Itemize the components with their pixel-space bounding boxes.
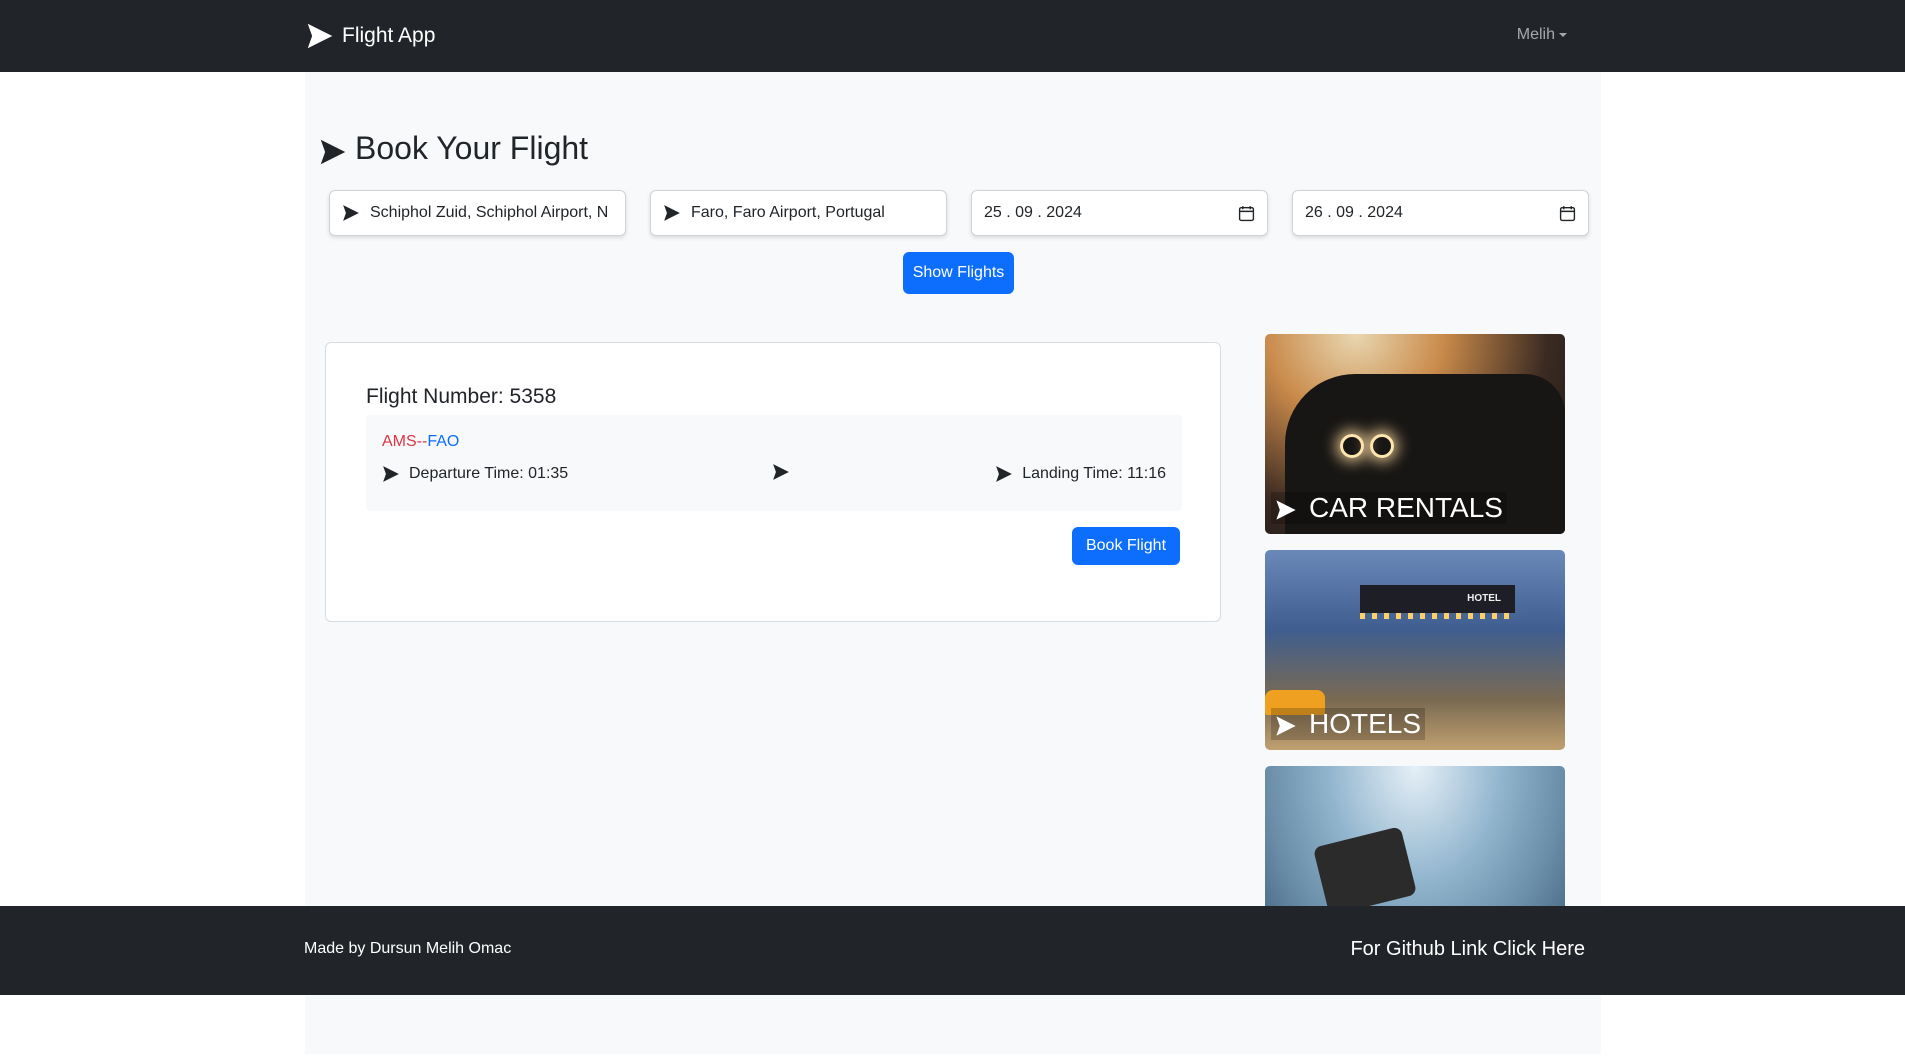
hotels-tile[interactable]: HOTEL HOTELS xyxy=(1265,550,1565,750)
send-plane-icon xyxy=(1276,716,1296,736)
send-plane-icon xyxy=(996,466,1013,482)
brand-link[interactable]: Flight App xyxy=(306,22,435,50)
car-rentals-tile[interactable]: CAR RENTALS xyxy=(1265,334,1565,534)
from-airport-input[interactable]: Schiphol Zuid, Schiphol Airport, N xyxy=(329,190,626,236)
book-flight-button[interactable]: Book Flight xyxy=(1072,527,1180,565)
user-dropdown[interactable]: Melih xyxy=(1517,26,1567,44)
send-plane-icon xyxy=(773,464,789,480)
hotels-text: HOTELS xyxy=(1309,708,1422,739)
car-rentals-label: CAR RENTALS xyxy=(1271,492,1507,524)
hotel-lights xyxy=(1360,613,1515,619)
github-link[interactable]: For Github Link Click Here xyxy=(1350,938,1585,961)
top-navbar: Flight App Melih xyxy=(0,0,1905,72)
user-name: Melih xyxy=(1516,26,1555,43)
send-plane-icon xyxy=(383,466,399,482)
flight-route-box: AMS--FAO Departure Time: 01:35 Landing T… xyxy=(366,415,1182,511)
to-airport-input[interactable]: Faro, Faro Airport, Portugal xyxy=(650,190,947,236)
calendar-icon[interactable] xyxy=(1559,205,1576,222)
caret-down-icon xyxy=(1559,32,1567,37)
destination-code: FAO xyxy=(427,433,460,450)
send-plane-icon xyxy=(343,205,359,221)
return-date-input[interactable]: 26 . 09 . 2024 xyxy=(1292,190,1589,236)
landing-time-text: Landing Time: 11:16 xyxy=(1022,465,1166,482)
to-airport-value: Faro, Faro Airport, Portugal xyxy=(691,204,885,221)
footer-credit: Made by Dursun Melih Omac xyxy=(304,940,512,957)
return-date-value: 26 . 09 . 2024 xyxy=(1305,204,1403,221)
departure-date-input[interactable]: 25 . 09 . 2024 xyxy=(971,190,1268,236)
hotels-label: HOTELS xyxy=(1271,708,1426,740)
page-footer: Made by Dursun Melih Omac For Github Lin… xyxy=(0,906,1905,995)
suitcase-image xyxy=(1312,826,1418,916)
car-rentals-text: CAR RENTALS xyxy=(1309,492,1503,523)
calendar-icon[interactable] xyxy=(1238,205,1255,222)
route-separator: -- xyxy=(416,433,428,450)
hotel-sign: HOTEL xyxy=(1360,585,1515,613)
origin-code: AMS xyxy=(382,433,417,450)
headlight xyxy=(1340,434,1364,458)
send-plane-icon xyxy=(320,139,346,164)
brand-name: Flight App xyxy=(342,24,436,47)
flight-number: Flight Number: 5358 xyxy=(366,385,557,408)
from-airport-value: Schiphol Zuid, Schiphol Airport, N xyxy=(370,204,609,221)
route-codes: AMS--FAO xyxy=(382,433,459,451)
departure-time-text: Departure Time: 01:35 xyxy=(409,465,569,482)
departure-time: Departure Time: 01:35 xyxy=(382,465,568,483)
flight-result-card: Flight Number: 5358 AMS--FAO Departure T… xyxy=(325,342,1221,622)
landing-time: Landing Time: 11:16 xyxy=(995,465,1166,483)
page-title: Book Your Flight xyxy=(319,130,588,167)
headlight xyxy=(1370,434,1394,458)
send-plane-icon xyxy=(664,205,680,221)
send-plane-icon xyxy=(307,23,333,49)
departure-date-value: 25 . 09 . 2024 xyxy=(984,204,1082,221)
page-title-text: Book Your Flight xyxy=(355,130,589,166)
show-flights-button[interactable]: Show Flights xyxy=(903,252,1014,294)
send-plane-icon xyxy=(1276,500,1296,520)
